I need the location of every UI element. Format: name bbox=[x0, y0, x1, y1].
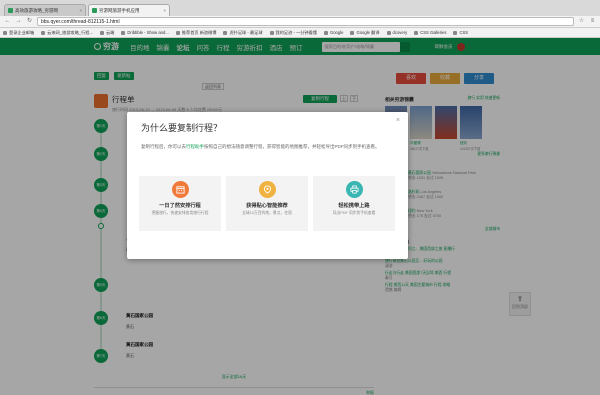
bookmark-item[interactable]: Google bbox=[323, 30, 343, 35]
bookmark-item[interactable]: Google 翻译 bbox=[350, 30, 380, 36]
feature-card: 一日了然安排行程 把握旅行，快速安排各类旅行行程 bbox=[139, 176, 221, 231]
address-bar-row: ← → ↻ bbs.qyer.com/thread-812115-1.html … bbox=[0, 16, 600, 28]
feature-card: 轻松携带上路 导出PDF 同步到手机查看 bbox=[313, 176, 395, 231]
bookmark-icon bbox=[223, 30, 228, 35]
bookmark-icon bbox=[386, 30, 391, 35]
feature-subtitle: 导出PDF 同步到手机查看 bbox=[332, 211, 376, 215]
browser-tab-active[interactable]: 穷游网旅游手机应用 × bbox=[88, 4, 170, 16]
back-arrow-icon[interactable]: ← bbox=[4, 18, 11, 25]
modal-description: 复制行程后，你可以去行程助手按照自己的想法随意调整行程，获得智能的地图推荐，并轻… bbox=[141, 144, 380, 149]
url-input[interactable]: bbs.qyer.com/thread-812115-1.html bbox=[37, 17, 574, 26]
menu-icon[interactable]: ≡ bbox=[589, 18, 596, 25]
calendar-icon bbox=[171, 181, 189, 198]
feature-card: 获得贴心智能推荐 全球10万目的地，景点，住宿 bbox=[226, 176, 308, 231]
close-tab-icon[interactable]: × bbox=[163, 8, 166, 13]
bookmark-item[interactable]: 我的足迹 - 一分钟看懂 bbox=[269, 30, 317, 36]
bookmark-icon bbox=[269, 30, 274, 35]
bookmark-icon bbox=[175, 30, 180, 35]
feature-title: 获得贴心智能推荐 bbox=[246, 203, 288, 209]
bookmark-icon bbox=[3, 30, 7, 35]
bookmark-item[interactable]: dcovery bbox=[386, 30, 407, 35]
bookmark-item[interactable]: 云端 bbox=[99, 30, 114, 36]
bookmark-icon bbox=[99, 30, 104, 35]
browser-tab-strip: 高效旅游攻略_穷游网 × 穷游网旅游手机应用 × bbox=[0, 0, 600, 16]
star-icon[interactable]: ☆ bbox=[578, 18, 585, 25]
modal-title: 为什么要复制行程？ bbox=[141, 123, 223, 133]
bookmark-item[interactable]: CSS bbox=[453, 30, 468, 35]
browser-tab[interactable]: 高效旅游攻略_穷游网 × bbox=[4, 4, 86, 16]
feature-title: 轻松携带上路 bbox=[338, 203, 370, 209]
close-tab-icon[interactable]: × bbox=[79, 8, 82, 13]
pin-icon bbox=[258, 181, 276, 198]
bookmark-item[interactable]: 登录企业邮箱 bbox=[3, 30, 34, 36]
feature-subtitle: 把握旅行，快速安排各类旅行行程 bbox=[151, 211, 209, 215]
feature-subtitle: 全球10万目的地，景点，住宿 bbox=[242, 211, 292, 215]
bookmark-item[interactable]: CSS Galleries bbox=[414, 30, 446, 35]
bookmark-icon bbox=[453, 30, 458, 35]
bookmark-icon bbox=[323, 30, 328, 35]
copy-plan-modal: 为什么要复制行程？ × 复制行程后，你可以去行程助手按照自己的想法随意调整行程，… bbox=[127, 112, 408, 259]
print-icon bbox=[345, 181, 363, 198]
bookmark-item[interactable]: 虎扑足球 - 最足球 bbox=[223, 30, 263, 36]
site-favicon-icon bbox=[92, 8, 97, 13]
bookmark-icon bbox=[121, 30, 126, 35]
forward-arrow-icon[interactable]: → bbox=[15, 18, 22, 25]
plan-assistant-link[interactable]: 行程助手 bbox=[186, 144, 204, 149]
bookmark-icon bbox=[41, 30, 46, 35]
bookmark-icon bbox=[350, 30, 355, 35]
bookmark-item[interactable]: 推荐首页 新浪微博 bbox=[175, 30, 216, 36]
bookmark-item[interactable]: Dribbble - Show and... bbox=[121, 30, 169, 35]
feature-title: 一日了然安排行程 bbox=[159, 203, 201, 209]
site-favicon-icon bbox=[8, 8, 13, 13]
close-icon[interactable]: × bbox=[393, 116, 403, 126]
bookmarks-bar: 登录企业邮箱 云来网_旅游攻略_行程... 云端 Dribbble - Show… bbox=[0, 28, 600, 38]
bookmark-item[interactable]: 云来网_旅游攻略_行程... bbox=[41, 30, 93, 36]
bookmark-icon bbox=[414, 30, 419, 35]
reload-icon[interactable]: ↻ bbox=[26, 18, 33, 25]
feature-list: 一日了然安排行程 把握旅行，快速安排各类旅行行程 获得贴心智能推荐 全球10万目… bbox=[139, 176, 395, 231]
